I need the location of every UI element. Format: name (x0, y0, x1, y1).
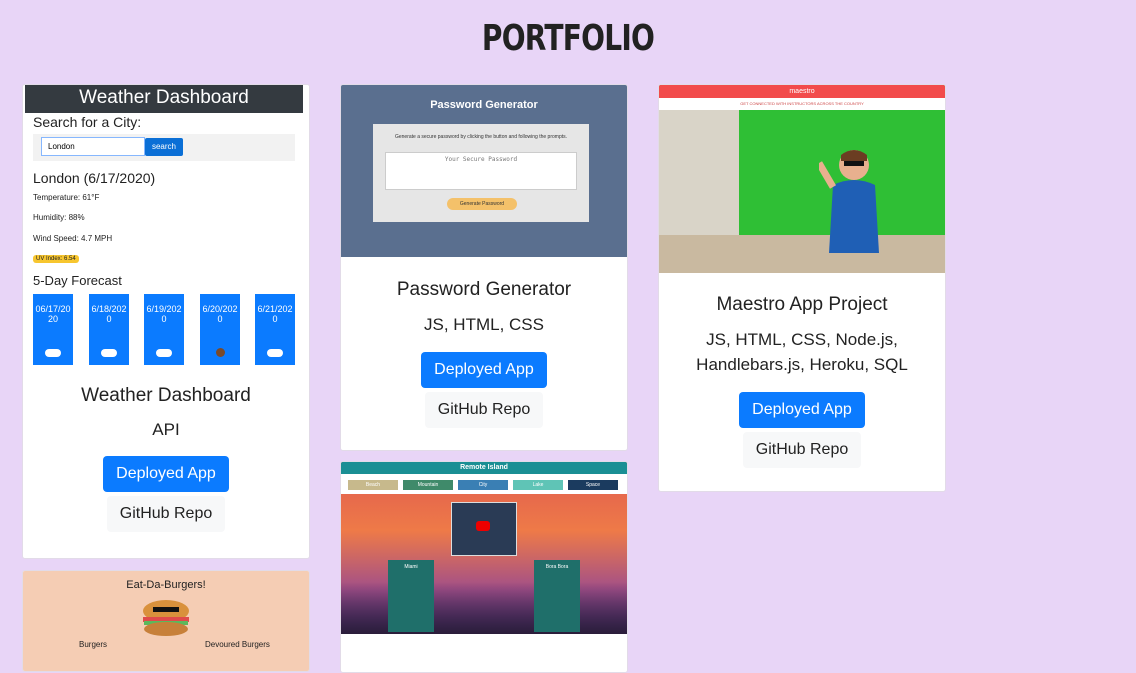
tab-city: City (458, 480, 508, 490)
burgers-right-col: Devoured Burgers (205, 640, 270, 649)
password-panel: Generate a secure password by clicking t… (373, 124, 589, 222)
weather-screenshot[interactable]: Weather Dashboard Search for a City: Lon… (23, 85, 309, 365)
tab-space: Space (568, 480, 618, 490)
remote-island-screenshot[interactable]: Remote Island Beach Mountain City Lake S… (341, 462, 627, 634)
weather-humidity: Humidity: 88% (33, 213, 85, 222)
weather-forecast-heading: 5-Day Forecast (33, 273, 122, 288)
password-textarea: Your Secure Password (385, 152, 577, 190)
generate-password-button: Generate Password (447, 198, 517, 210)
weather-search-button: search (145, 138, 183, 156)
project-card-password: Password Generator Generate a secure pas… (340, 84, 628, 451)
card-body: Weather Dashboard API Deployed App GitHu… (23, 385, 309, 532)
burger-icon (141, 599, 191, 637)
project-card-maestro: maestro GET CONNECTED WITH INSTRUCTORS A… (658, 84, 946, 492)
video-thumbnail (451, 502, 517, 556)
github-repo-button[interactable]: GitHub Repo (424, 392, 544, 428)
left-panel-label: Miami (404, 564, 418, 570)
maestro-tagline-bar: GET CONNECTED WITH INSTRUCTORS ACROSS TH… (659, 98, 945, 110)
maestro-topbar: maestro (659, 85, 945, 98)
tab-lake: Lake (513, 480, 563, 490)
cloud-icon (101, 349, 117, 357)
cloud-icon (267, 349, 283, 357)
burgers-screenshot[interactable]: Eat-Da-Burgers! Burgers Devoured Burgers (23, 571, 309, 671)
weather-temperature: Temperature: 61°F (33, 193, 100, 202)
left-info-panel: Miami (388, 560, 434, 632)
maestro-screenshot[interactable]: maestro GET CONNECTED WITH INSTRUCTORS A… (659, 85, 945, 273)
palm-silhouette (341, 582, 627, 634)
cloud-icon (156, 349, 172, 357)
project-tech: JS, HTML, CSS (424, 315, 544, 334)
password-heading: Password Generator (430, 99, 538, 111)
password-instructions: Generate a secure password by clicking t… (394, 134, 568, 140)
tab-beach: Beach (348, 480, 398, 490)
cloud-icon (45, 349, 61, 357)
rain-icon (216, 348, 225, 357)
deployed-app-button[interactable]: Deployed App (421, 352, 547, 388)
maestro-person (815, 143, 889, 253)
project-title: Maestro App Project (716, 294, 888, 315)
password-screenshot[interactable]: Password Generator Generate a secure pas… (341, 85, 627, 257)
weather-city-line: London (6/17/2020) (33, 170, 156, 186)
project-card-burgers: Eat-Da-Burgers! Burgers Devoured Burgers (22, 570, 310, 672)
project-card-weather: Weather Dashboard Search for a City: Lon… (22, 84, 310, 559)
github-repo-button[interactable]: GitHub Repo (742, 432, 862, 468)
burgers-left-col: Burgers (79, 640, 108, 649)
github-repo-button[interactable]: GitHub Repo (106, 496, 226, 532)
card-body: Password Generator JS, HTML, CSS Deploye… (341, 279, 627, 428)
project-title: Password Generator (396, 279, 572, 300)
project-tech: API (152, 420, 180, 439)
weather-city-input: London (41, 137, 145, 156)
weather-wind: Wind Speed: 4.7 MPH (33, 234, 113, 243)
burgers-heading: Eat-Da-Burgers! (126, 579, 206, 591)
deployed-app-button[interactable]: Deployed App (739, 392, 865, 428)
right-panel-label: Bora Bora (545, 564, 569, 570)
project-card-remote-island: Remote Island Beach Mountain City Lake S… (340, 461, 628, 673)
weather-uv-badge: UV Index: 6.54 (33, 255, 79, 263)
project-tech: JS, HTML, CSS, Node.js, Handlebars.js, H… (696, 330, 908, 374)
maestro-desk (659, 235, 945, 273)
remote-island-header: Remote Island (341, 462, 627, 474)
deployed-app-button[interactable]: Deployed App (103, 456, 229, 492)
tab-mountain: Mountain (403, 480, 453, 490)
weather-banner: Weather Dashboard (25, 85, 303, 113)
page-title: PORTFOLIO (481, 18, 655, 59)
project-title: Weather Dashboard (81, 385, 251, 406)
play-icon (476, 521, 490, 531)
card-body: Maestro App Project JS, HTML, CSS, Node.… (659, 294, 945, 468)
weather-search-heading: Search for a City: (33, 114, 142, 130)
right-info-panel: Bora Bora (534, 560, 580, 632)
